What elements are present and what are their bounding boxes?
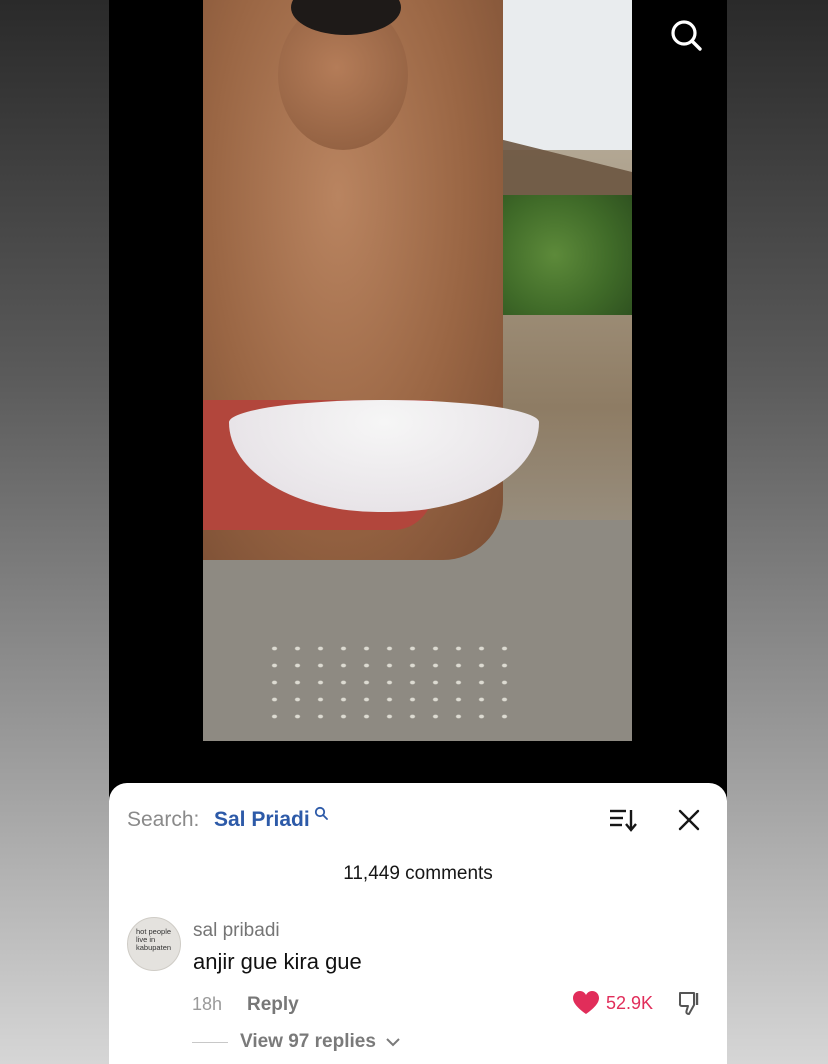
sort-icon[interactable] (609, 807, 637, 833)
search-label: Search: (127, 808, 200, 831)
video-trees (503, 195, 632, 315)
reply-button[interactable]: Reply (247, 994, 299, 1016)
chevron-down-icon[interactable] (386, 1037, 400, 1047)
search-term-link[interactable]: Sal Priadi (214, 808, 310, 832)
video-scraps (263, 640, 513, 720)
like-count: 52.9K (606, 993, 654, 1013)
video-frame[interactable] (203, 0, 632, 741)
search-term-icon[interactable] (314, 806, 328, 820)
dislike-icon[interactable] (677, 990, 703, 1016)
avatar[interactable]: hot people live in kabupaten (127, 917, 181, 971)
comment-count: 11,449 comments (343, 863, 493, 884)
comments-sheet: Search: Sal Priadi 11,449 comments hot p… (109, 783, 727, 1064)
comment-text: anjir gue kira gue (193, 949, 362, 974)
close-icon[interactable] (677, 808, 701, 832)
avatar-text-line-3: kabupaten (136, 943, 172, 952)
replies-divider (192, 1042, 228, 1043)
comment-timestamp: 18h (192, 994, 223, 1014)
view-replies-button[interactable]: View 97 replies (240, 1031, 376, 1053)
search-icon[interactable] (669, 18, 703, 52)
comment-username[interactable]: sal pribadi (193, 920, 280, 942)
heart-icon[interactable] (572, 990, 600, 1016)
